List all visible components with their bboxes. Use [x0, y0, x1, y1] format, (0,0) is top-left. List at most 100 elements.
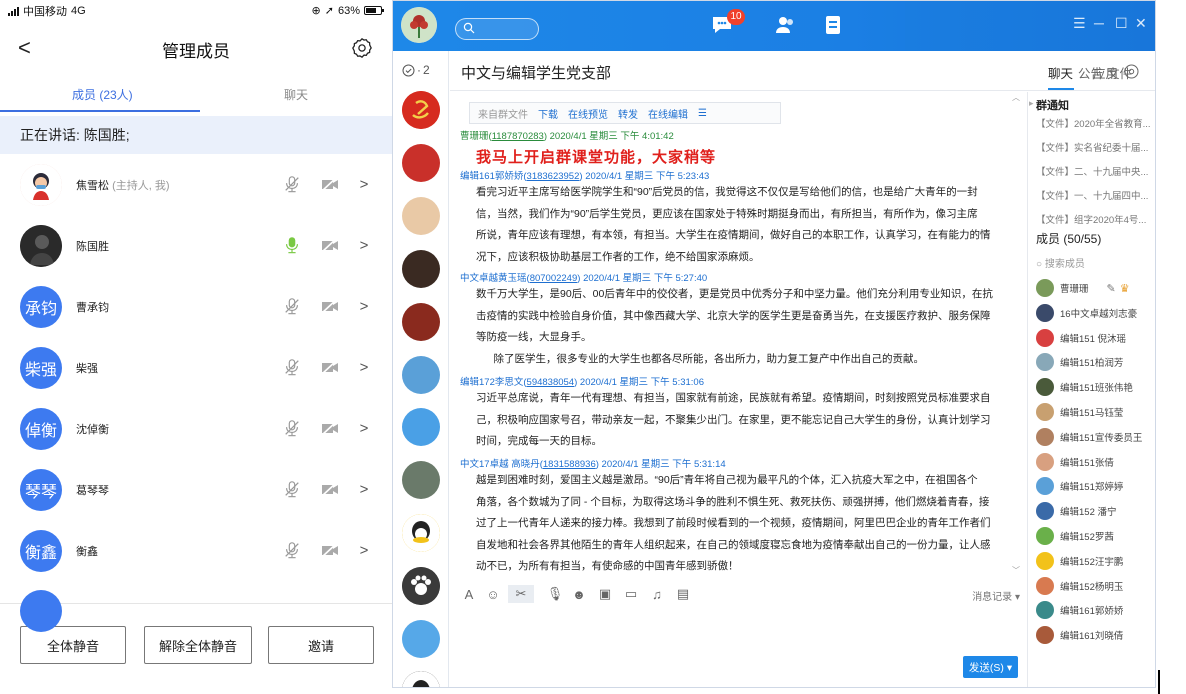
calendar-icon[interactable]: ▤: [674, 585, 692, 603]
camera-off-icon[interactable]: [320, 174, 340, 194]
close-icon[interactable]: ✕: [1135, 15, 1147, 32]
edit-icon[interactable]: ✎: [1107, 282, 1116, 295]
conversation-avatar[interactable]: [402, 461, 440, 499]
conversation-avatar[interactable]: [402, 514, 440, 552]
self-avatar[interactable]: [401, 7, 437, 43]
music-icon[interactable]: ♫: [648, 585, 666, 603]
menu-icon[interactable]: ☰: [1073, 15, 1086, 32]
invite-button[interactable]: 邀请: [268, 626, 374, 664]
notice-item[interactable]: 【文件】一、十九届四中...: [1036, 188, 1152, 202]
group-member-row[interactable]: 编辑151郑婷婷: [1036, 476, 1155, 496]
member-search-input[interactable]: ○ 搜索成员: [1036, 255, 1085, 270]
mic-muted-icon[interactable]: [282, 418, 302, 438]
group-member-row[interactable]: 编辑152汪宇鹏: [1036, 551, 1155, 571]
member-row[interactable]: 倬衡 沈倬衡 >: [0, 398, 392, 459]
tab-apps[interactable]: 应用: [1093, 63, 1118, 82]
chevron-right-icon[interactable]: >: [358, 481, 370, 498]
scroll-up-icon[interactable]: ︿: [1012, 92, 1020, 103]
sender-name[interactable]: 中文17卓越 高晓丹: [460, 459, 540, 470]
tab-chat[interactable]: 聊天: [284, 86, 308, 103]
back-button[interactable]: <: [18, 36, 31, 60]
notice-item[interactable]: 【文件】二、十九届中央...: [1036, 164, 1152, 178]
member-row[interactable]: 焦雪松 (主持人, 我) >: [0, 154, 392, 215]
group-member-row[interactable]: 编辑161郭娇娇: [1036, 600, 1155, 620]
group-member-row[interactable]: 编辑151张倩: [1036, 452, 1155, 472]
sticker-icon[interactable]: ☻: [570, 585, 588, 603]
space-icon[interactable]: [820, 13, 846, 37]
sender-name[interactable]: 曹珊珊: [460, 131, 489, 142]
chevron-right-icon[interactable]: >: [358, 298, 370, 315]
maximize-icon[interactable]: ☐: [1115, 15, 1128, 32]
notice-item[interactable]: 【文件】2020年全省教育...: [1036, 116, 1152, 130]
member-row[interactable]: 衡鑫 衡鑫 >: [0, 520, 392, 581]
chevron-right-icon[interactable]: >: [358, 420, 370, 437]
conversation-avatar[interactable]: [402, 91, 440, 129]
unread-filter[interactable]: · 2: [402, 63, 430, 77]
camera-off-icon[interactable]: [320, 235, 340, 255]
group-member-row[interactable]: 曹珊珊 ✎ ♛: [1036, 278, 1155, 298]
screenshot-icon[interactable]: ✂: [508, 585, 534, 603]
minimize-icon[interactable]: ─: [1094, 15, 1104, 31]
conversation-avatar[interactable]: [402, 671, 440, 687]
chevron-right-icon[interactable]: >: [358, 176, 370, 193]
conversation-avatar[interactable]: [402, 250, 440, 288]
tab-members[interactable]: 成员 (23人): [72, 86, 133, 103]
group-member-row[interactable]: 编辑161刘晓倩: [1036, 625, 1155, 645]
camera-off-icon[interactable]: [320, 418, 340, 438]
message-input[interactable]: [450, 609, 1026, 687]
sender-id[interactable]: 1187870283: [492, 131, 544, 142]
notice-item[interactable]: 【文件】组字2020年4号...: [1036, 212, 1152, 226]
group-member-row[interactable]: 16中文卓越刘志豪: [1036, 303, 1155, 323]
conversation-avatar[interactable]: [402, 303, 440, 341]
history-link[interactable]: 消息记录 ▾: [972, 588, 1020, 603]
mute-all-button[interactable]: 全体静音: [20, 626, 126, 664]
voice-icon[interactable]: 🎙︎: [546, 585, 564, 603]
sender-id[interactable]: 807002249: [530, 273, 578, 284]
camera-off-icon[interactable]: [320, 479, 340, 499]
mic-icon[interactable]: [282, 235, 302, 255]
member-row[interactable]: 承钧 曹承钧 >: [0, 276, 392, 337]
scroll-down-icon[interactable]: ﹀: [1012, 565, 1020, 576]
chevron-right-icon[interactable]: >: [358, 359, 370, 376]
notice-item[interactable]: 【文件】实名省纪委十届...: [1036, 140, 1152, 154]
emoji-icon[interactable]: ☺: [484, 585, 502, 603]
group-member-row[interactable]: 编辑151马钰莹: [1036, 402, 1155, 422]
sender-name[interactable]: 中文卓越黄玉瑶: [460, 273, 527, 284]
group-member-row[interactable]: 编辑152罗茜: [1036, 526, 1155, 546]
camera-off-icon[interactable]: [320, 540, 340, 560]
conversation-avatar[interactable]: [402, 408, 440, 446]
message-list[interactable]: ︿ 来自群文件 下载 在线预览 转发 在线编辑 ☰ 曹珊珊(1187870283…: [450, 92, 1026, 576]
forward-link[interactable]: 转发: [618, 106, 638, 121]
group-member-row[interactable]: 编辑151班张伟艳: [1036, 377, 1155, 397]
conversation-avatar[interactable]: [402, 144, 440, 182]
image-icon[interactable]: ▣: [596, 585, 614, 603]
sender-id[interactable]: 594838054: [527, 377, 575, 388]
camera-off-icon[interactable]: [320, 357, 340, 377]
send-button[interactable]: 发送(S) ▾: [963, 656, 1018, 678]
font-icon[interactable]: A: [460, 585, 478, 603]
online-edit-link[interactable]: 在线编辑: [648, 106, 688, 121]
chevron-right-icon[interactable]: >: [358, 542, 370, 559]
file-menu-icon[interactable]: ☰: [698, 108, 707, 119]
mic-muted-icon[interactable]: [282, 174, 302, 194]
global-search-input[interactable]: [455, 18, 539, 40]
group-member-row[interactable]: 编辑152杨明玉: [1036, 576, 1155, 596]
mic-muted-icon[interactable]: [282, 357, 302, 377]
settings-icon[interactable]: [350, 36, 374, 60]
camera-off-icon[interactable]: [320, 296, 340, 316]
mic-muted-icon[interactable]: [282, 296, 302, 316]
conversation-avatar[interactable]: [402, 567, 440, 605]
tab-chat[interactable]: 聊天: [1048, 63, 1073, 82]
contacts-icon[interactable]: [772, 13, 798, 37]
member-row[interactable]: 琴琴 葛琴琴 >: [0, 459, 392, 520]
chevron-right-icon[interactable]: >: [358, 237, 370, 254]
conversation-avatar[interactable]: [402, 197, 440, 235]
group-member-row[interactable]: 编辑151 倪沐瑶: [1036, 328, 1155, 348]
group-member-row[interactable]: 编辑151宣传委员王: [1036, 427, 1155, 447]
folder-icon[interactable]: ▭: [622, 585, 640, 603]
sender-name[interactable]: 编辑161郭娇娇: [460, 171, 523, 182]
sender-id[interactable]: 3183623952: [527, 171, 580, 182]
sender-id[interactable]: 1831588936: [543, 459, 596, 470]
member-row[interactable]: 陈国胜 >: [0, 215, 392, 276]
preview-link[interactable]: 在线预览: [568, 106, 608, 121]
